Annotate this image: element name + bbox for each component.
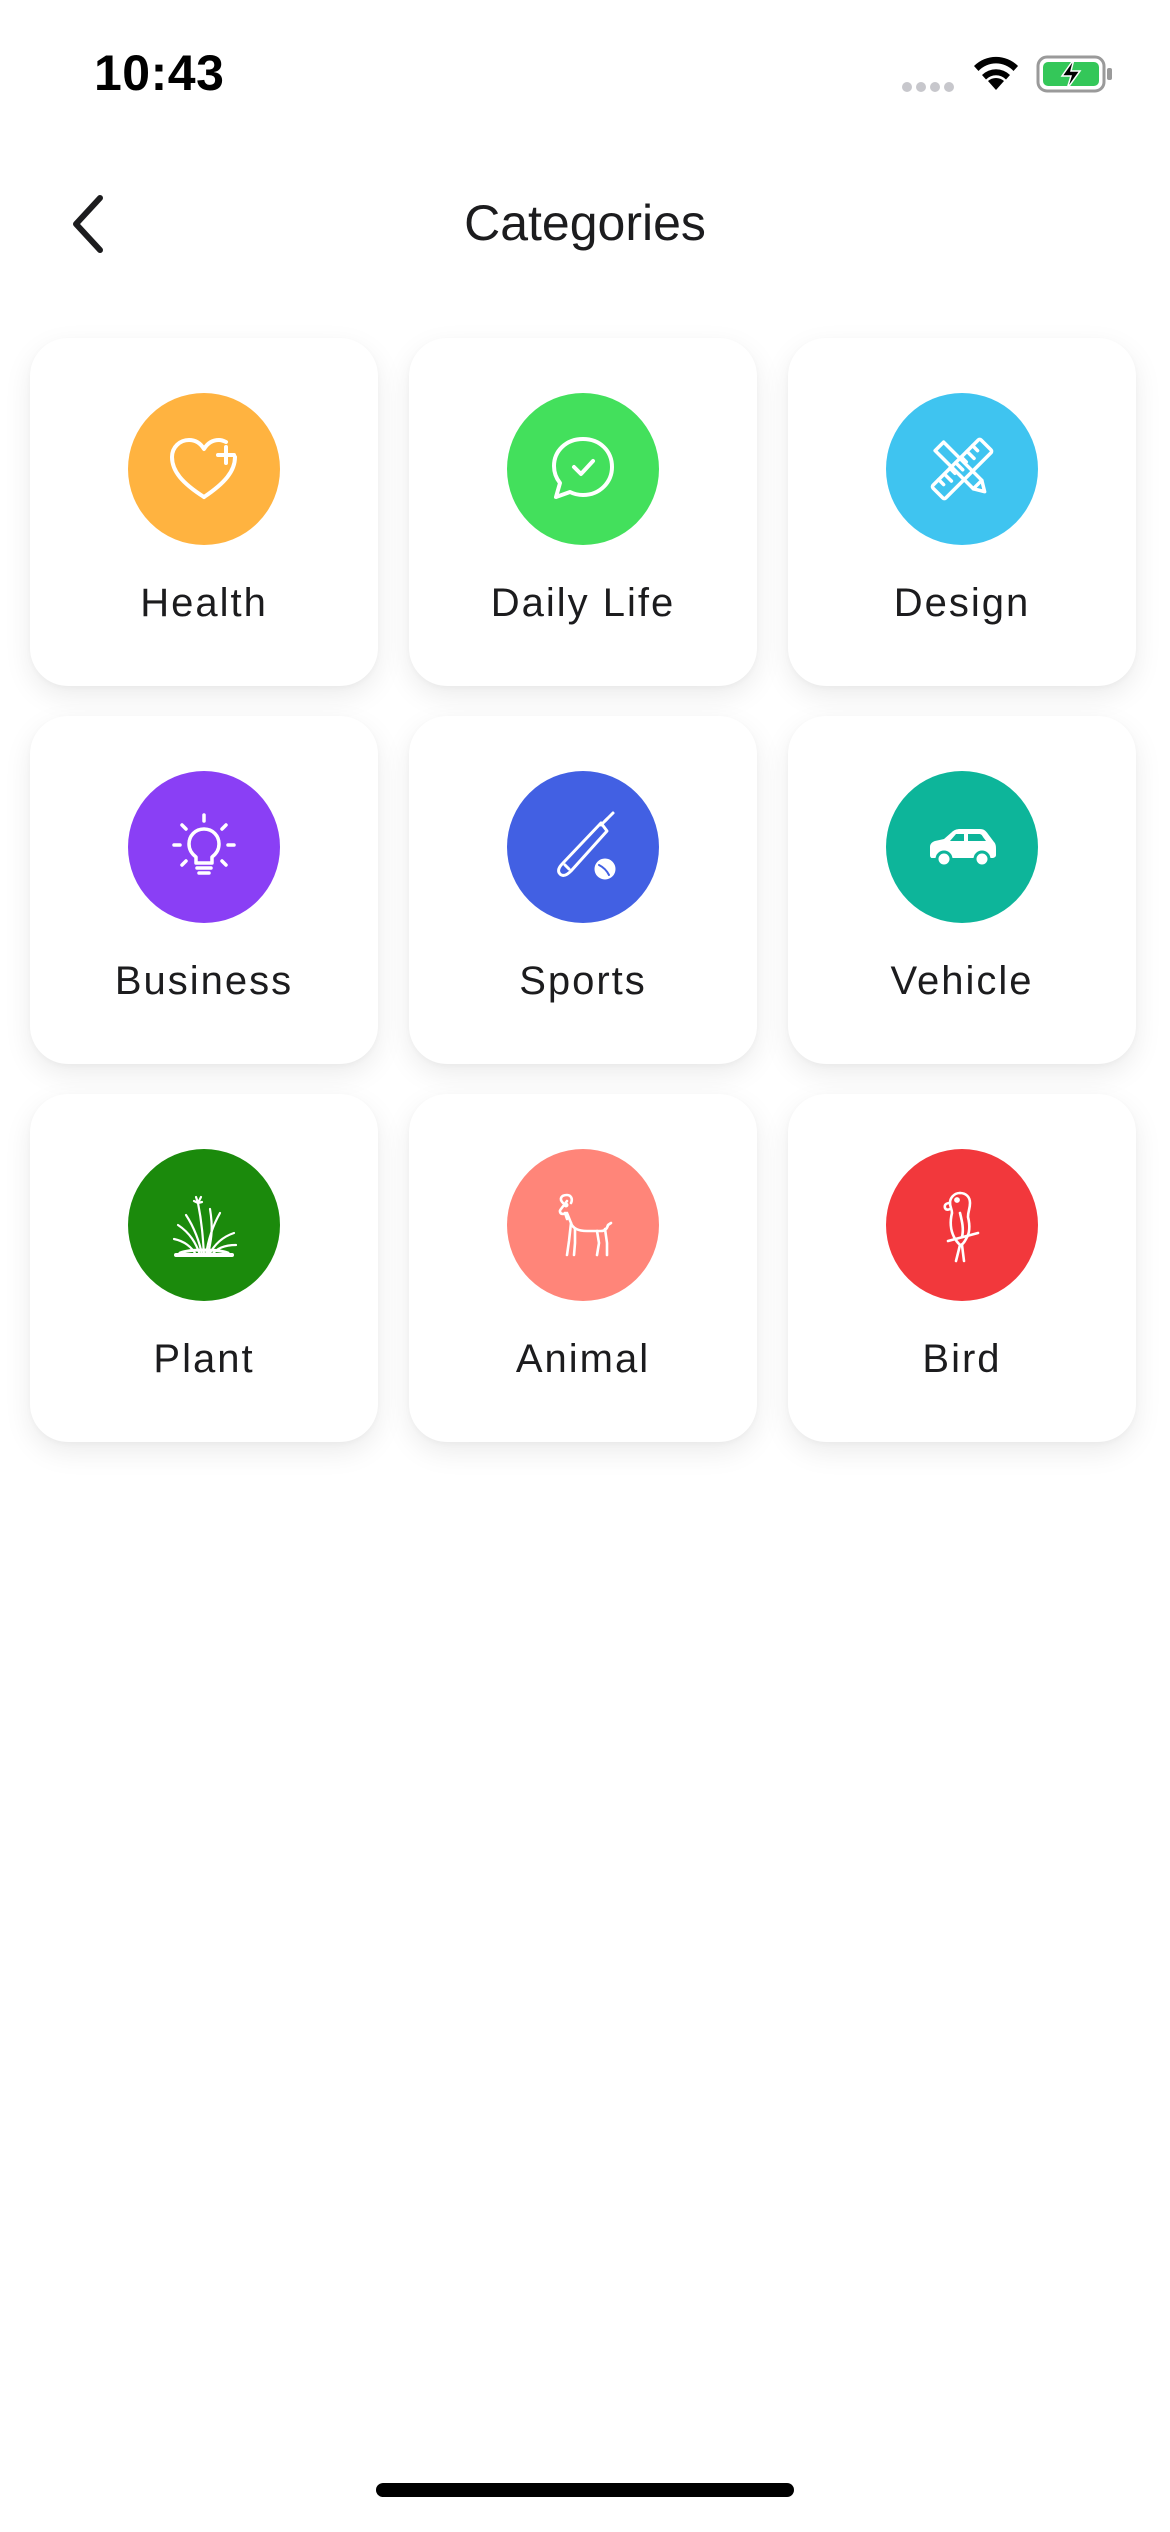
category-label: Bird	[922, 1337, 1002, 1381]
category-card-design[interactable]: Design	[788, 338, 1136, 686]
categories-grid: Health Daily Life Design Business Sports…	[30, 338, 1140, 1442]
lightbulb-icon	[172, 813, 236, 875]
category-card-bird[interactable]: Bird	[788, 1094, 1136, 1442]
status-bar: 10:43	[0, 0, 1170, 150]
battery-charging-icon	[1036, 55, 1112, 93]
chat-check-icon	[552, 437, 614, 499]
goat-icon	[558, 1193, 613, 1257]
page-title: Categories	[464, 195, 706, 251]
category-icon-business	[128, 771, 280, 923]
cricket-bat-icon	[557, 811, 616, 880]
category-card-plant[interactable]: Plant	[30, 1094, 378, 1442]
navigation-bar: Categories	[0, 170, 1170, 280]
category-card-animal[interactable]: Animal	[409, 1094, 757, 1442]
car-icon	[930, 829, 996, 868]
category-icon-health	[128, 393, 280, 545]
category-icon-daily-life	[507, 393, 659, 545]
category-icon-vehicle	[886, 771, 1038, 923]
cellular-signal-icon	[902, 82, 954, 92]
ruler-pencil-icon	[930, 437, 994, 501]
category-card-daily-life[interactable]: Daily Life	[409, 338, 757, 686]
category-label: Design	[893, 581, 1031, 625]
grass-icon	[172, 1195, 238, 1257]
category-icon-bird	[886, 1149, 1038, 1301]
category-label: Sports	[519, 959, 647, 1003]
category-icon-design	[886, 393, 1038, 545]
category-label: Business	[114, 959, 294, 1003]
parrot-icon	[943, 1191, 980, 1263]
category-icon-animal	[507, 1149, 659, 1301]
wifi-icon	[974, 56, 1018, 90]
category-card-business[interactable]: Business	[30, 716, 378, 1064]
category-label: Vehicle	[890, 959, 1034, 1003]
category-label: Animal	[515, 1337, 651, 1381]
category-card-vehicle[interactable]: Vehicle	[788, 716, 1136, 1064]
category-card-sports[interactable]: Sports	[409, 716, 757, 1064]
category-icon-sports	[507, 771, 659, 923]
category-label: Daily Life	[490, 581, 676, 625]
home-indicator[interactable]	[376, 2483, 794, 2497]
category-label: Health	[140, 581, 268, 625]
category-card-health[interactable]: Health	[30, 338, 378, 686]
status-time: 10:43	[94, 45, 225, 101]
category-icon-plant	[128, 1149, 280, 1301]
heart-plus-icon	[170, 438, 237, 499]
category-label: Plant	[153, 1337, 255, 1381]
